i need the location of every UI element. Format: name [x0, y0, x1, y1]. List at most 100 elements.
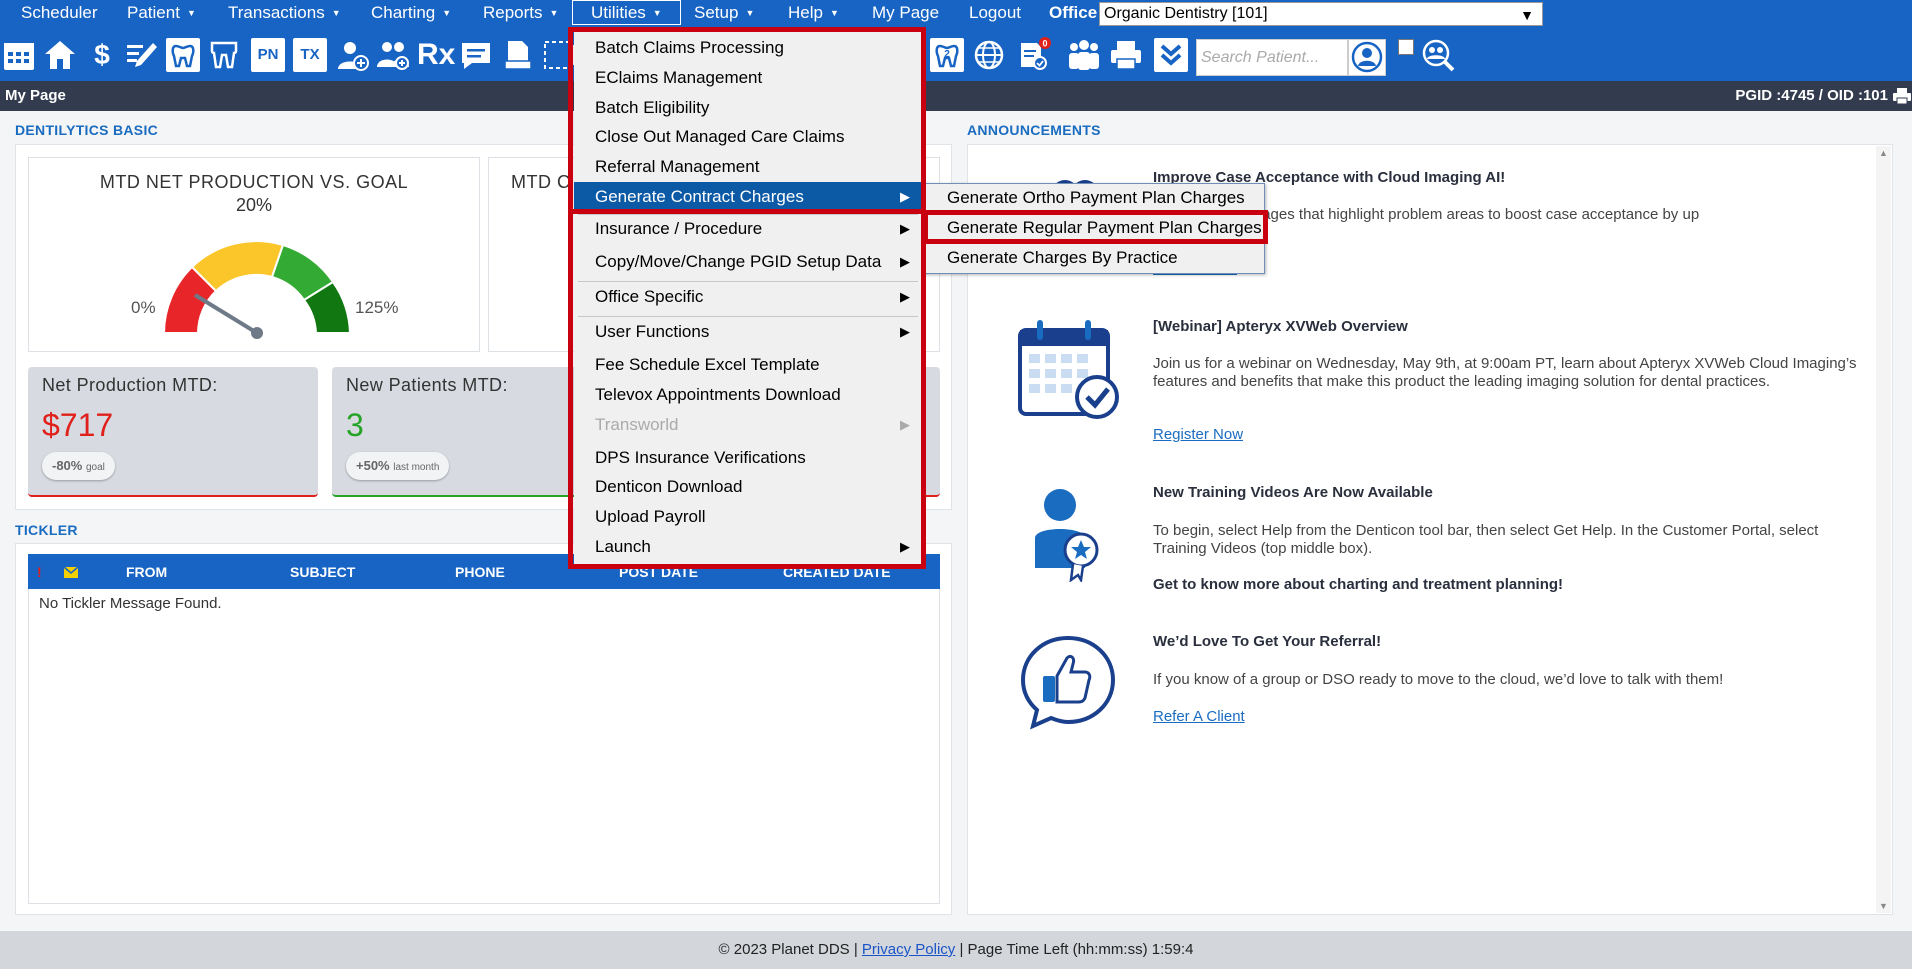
- menu-item-label: EClaims Management: [595, 68, 763, 87]
- dollar-icon[interactable]: $: [84, 37, 120, 73]
- submenu-item-charges-by-practice[interactable]: Generate Charges By Practice: [924, 244, 1264, 272]
- menu-item-user-functions[interactable]: User Functions ▶: [574, 318, 922, 346]
- tx-icon[interactable]: TX: [293, 38, 327, 72]
- column-post-date[interactable]: POST DATE: [619, 564, 698, 580]
- menu-transactions[interactable]: Transactions ▼: [228, 0, 341, 27]
- calendar-icon[interactable]: [1, 37, 37, 73]
- column-from[interactable]: FROM: [126, 564, 167, 580]
- menu-scheduler[interactable]: Scheduler: [21, 0, 98, 27]
- gauge-chart: [162, 240, 352, 339]
- menu-my-page[interactable]: My Page: [872, 0, 939, 27]
- caret-down-icon: ▼: [331, 8, 341, 18]
- submenu-arrow-icon: ▶: [900, 289, 910, 304]
- search-patient-button[interactable]: [1348, 39, 1386, 76]
- family-icon[interactable]: [375, 37, 411, 73]
- edit-icon[interactable]: [123, 37, 159, 73]
- trainer-badge-icon: [1035, 489, 1099, 582]
- submenu-item-ortho-payment-plan[interactable]: Generate Ortho Payment Plan Charges: [924, 184, 1264, 212]
- notification-icon[interactable]: 0: [1015, 37, 1051, 73]
- announcement-body: Join us for a webinar on Wednesday, May …: [1153, 355, 1857, 390]
- toolbar: $ PN TX Rx 2 0 Search Patient...: [0, 27, 1912, 81]
- stat-label: Net Production MTD:: [42, 375, 218, 395]
- menu-item-batch-eligibility[interactable]: Batch Eligibility: [574, 94, 922, 122]
- chevron-down-double-icon[interactable]: [1154, 38, 1188, 72]
- note-icon[interactable]: [458, 37, 494, 73]
- column-subject[interactable]: SUBJECT: [290, 564, 355, 580]
- menu-item-label: Batch Claims Processing: [595, 38, 784, 57]
- menu-logout[interactable]: Logout: [969, 0, 1021, 27]
- teeth-icon[interactable]: [206, 37, 242, 73]
- rx-icon[interactable]: Rx: [417, 37, 455, 73]
- scroll-down-icon[interactable]: ▼: [1879, 901, 1888, 911]
- menu-item-copy-move-change-pgid[interactable]: Copy/Move/Change PGID Setup Data ▶: [574, 248, 922, 276]
- office-select[interactable]: Organic Dentistry [101] ▼: [1099, 2, 1543, 26]
- print-icon[interactable]: [1892, 87, 1912, 105]
- menu-item-televox-appointments-download[interactable]: Televox Appointments Download: [574, 381, 922, 409]
- document-icon[interactable]: [500, 37, 536, 73]
- home-icon[interactable]: [42, 37, 78, 73]
- scroll-up-icon[interactable]: ▲: [1879, 148, 1888, 158]
- menu-item-insurance-procedure[interactable]: Insurance / Procedure ▶: [574, 215, 922, 243]
- pill-note: goal: [85, 462, 105, 473]
- mail-icon[interactable]: [63, 565, 79, 581]
- submenu-arrow-icon: ▶: [900, 189, 910, 204]
- menu-item-dps-insurance-verifications[interactable]: DPS Insurance Verifications: [574, 444, 922, 472]
- menu-item-denticon-download[interactable]: Denticon Download: [574, 473, 922, 501]
- group-search-icon[interactable]: [1420, 37, 1456, 73]
- tickler-empty-message: No Tickler Message Found.: [39, 595, 222, 612]
- column-phone[interactable]: PHONE: [455, 564, 505, 580]
- refer-a-client-link[interactable]: Refer A Client: [1153, 708, 1245, 725]
- menu-item-label: Launch: [595, 537, 651, 556]
- section-title-announcements: ANNOUNCEMENTS: [967, 122, 1101, 138]
- menu-item-eclaims-management[interactable]: EClaims Management: [574, 64, 922, 92]
- menu-item-referral-management[interactable]: Referral Management: [574, 153, 922, 181]
- menu-item-close-out-managed-care-claims[interactable]: Close Out Managed Care Claims: [574, 123, 922, 151]
- gauge-needle: [193, 293, 259, 335]
- menu-item-batch-claims-processing[interactable]: Batch Claims Processing: [574, 34, 922, 62]
- menu-item-office-specific[interactable]: Office Specific ▶: [574, 283, 922, 311]
- menu-item-fee-schedule-excel-template[interactable]: Fee Schedule Excel Template: [574, 351, 922, 379]
- column-created-date[interactable]: CREATED DATE: [783, 564, 891, 580]
- menu-item-label: Televox Appointments Download: [595, 385, 841, 404]
- menu-help[interactable]: Help ▼: [788, 0, 839, 27]
- globe-icon[interactable]: [972, 37, 1008, 73]
- privacy-policy-link[interactable]: Privacy Policy: [862, 941, 955, 958]
- announcement-link-fragment[interactable]: [1153, 274, 1237, 275]
- priority-column[interactable]: !: [37, 564, 42, 580]
- print-icon[interactable]: [1108, 37, 1144, 73]
- office-select-value: Organic Dentistry [101]: [1104, 5, 1268, 22]
- menu-label: Charting: [371, 3, 436, 22]
- announcements-scrollbar[interactable]: ▲ ▼: [1876, 146, 1891, 913]
- menu-reports[interactable]: Reports ▼: [483, 0, 558, 27]
- group-icon[interactable]: [1066, 37, 1102, 73]
- menu-item-label: Copy/Move/Change PGID Setup Data: [595, 252, 882, 271]
- tooth-2-icon[interactable]: 2: [930, 38, 964, 72]
- page-title: My Page: [5, 87, 66, 104]
- pn-icon[interactable]: PN: [251, 38, 285, 72]
- caret-down-icon: ▼: [652, 8, 662, 18]
- checkbox[interactable]: [1398, 39, 1414, 55]
- tooth-badge: 2: [944, 49, 950, 60]
- announcement-title: New Training Videos Are Now Available: [1153, 484, 1433, 501]
- menu-setup[interactable]: Setup ▼: [694, 0, 754, 27]
- register-now-link[interactable]: Register Now: [1153, 426, 1243, 443]
- tooth-icon[interactable]: [166, 38, 200, 72]
- menu-item-upload-payroll[interactable]: Upload Payroll: [574, 503, 922, 531]
- page-time-left: | Page Time Left (hh:mm:ss) 1:59:4: [959, 941, 1194, 958]
- mail-icon[interactable]: [540, 37, 576, 73]
- menu-item-launch[interactable]: Launch ▶: [574, 533, 922, 561]
- announcement-body: If you know of a group or DSO ready to m…: [1153, 671, 1724, 688]
- caret-down-icon: ▼: [549, 8, 559, 18]
- menu-utilities[interactable]: Utilities ▼: [572, 0, 681, 25]
- menu-patient[interactable]: Patient ▼: [127, 0, 196, 27]
- add-patient-icon[interactable]: [334, 37, 370, 73]
- stat-value: 3: [346, 407, 364, 443]
- caret-down-icon: ▼: [442, 8, 452, 18]
- search-patient-input[interactable]: Search Patient...: [1196, 39, 1348, 76]
- submenu-item-label: Generate Regular Payment Plan Charges: [947, 218, 1262, 237]
- menu-item-generate-contract-charges[interactable]: Generate Contract Charges ▶: [574, 182, 922, 212]
- submenu-item-regular-payment-plan[interactable]: Generate Regular Payment Plan Charges: [924, 214, 1264, 242]
- menu-charting[interactable]: Charting ▼: [371, 0, 451, 27]
- submenu-arrow-icon: ▶: [900, 221, 910, 236]
- caret-down-icon: ▼: [186, 8, 196, 18]
